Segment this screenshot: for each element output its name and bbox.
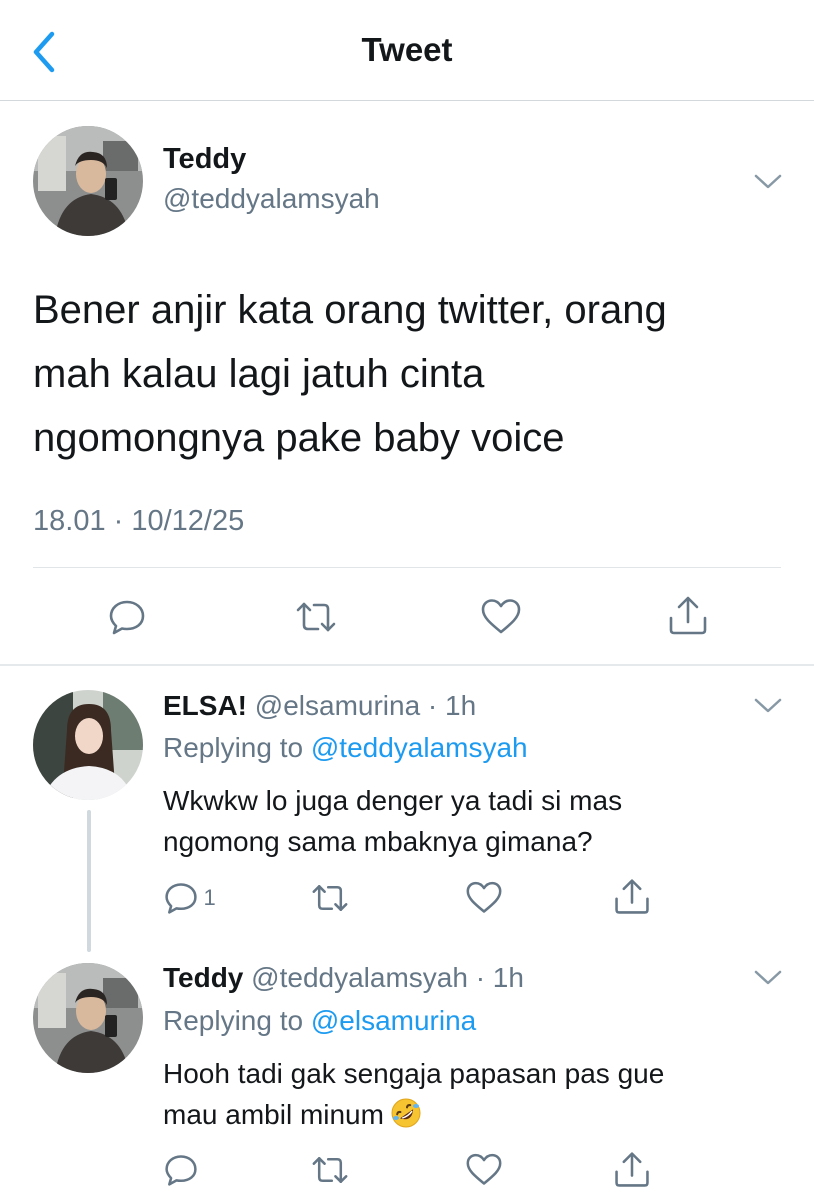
reply-count: 1 [203, 885, 216, 910]
reply-text-line: ngomong sama mbaknya gimana? [163, 826, 593, 857]
tweet-timestamp: 18.01 · 10/12/25 [33, 505, 245, 537]
reply-text-line: Wkwkw lo juga denger ya tadi si mas [163, 785, 623, 816]
reply-author-name[interactable]: ELSA! [163, 690, 247, 721]
reply-author-line[interactable]: ELSA! @elsamurina · 1h [163, 690, 476, 722]
tweet-text-line: mah kalau lagi jatuh cinta [33, 352, 485, 396]
avatar[interactable] [33, 963, 143, 1073]
chevron-down-icon[interactable] [753, 968, 783, 988]
replying-to: Replying to @teddyalamsyah [163, 732, 528, 764]
reply-handle-time: @elsamurina · 1h [254, 690, 477, 721]
replying-to: Replying to @elsamurina [163, 1005, 476, 1037]
retweet-icon[interactable] [310, 1152, 350, 1188]
like-icon[interactable] [480, 597, 522, 637]
reply-text-line-with-emoji: mau ambil minum [163, 1094, 664, 1135]
chevron-down-icon[interactable] [753, 696, 783, 716]
avatar[interactable] [33, 690, 143, 800]
reply-author-line[interactable]: Teddy @teddyalamsyah · 1h [163, 962, 524, 994]
like-icon[interactable] [465, 880, 503, 916]
chevron-down-icon[interactable] [753, 172, 783, 192]
reply-text: Hooh tadi gak sengaja papasan pas gue ma… [163, 1053, 664, 1135]
like-icon[interactable] [465, 1152, 503, 1188]
avatar[interactable] [33, 126, 143, 236]
author-name[interactable]: Teddy [163, 143, 246, 176]
thread-connector [87, 810, 91, 952]
reply-text: Wkwkw lo juga denger ya tadi si mas ngom… [163, 780, 622, 862]
reply-action[interactable]: 1 [163, 880, 216, 916]
tweet-text: Bener anjir kata orang twitter, orang ma… [33, 278, 793, 470]
reply-icon [165, 883, 197, 914]
reply-text-line: mau ambil minum [163, 1099, 384, 1130]
replying-to-prefix: Replying to [163, 732, 304, 763]
top-bar: Tweet [0, 0, 814, 101]
replying-to-link[interactable]: @teddyalamsyah [311, 732, 528, 763]
reply-icon[interactable] [107, 597, 147, 637]
replying-to-link[interactable]: @elsamurina [311, 1005, 476, 1036]
author-handle[interactable]: @teddyalamsyah [163, 183, 380, 215]
section-divider [0, 664, 814, 666]
reply-text-line: Hooh tadi gak sengaja papasan pas gue [163, 1058, 665, 1089]
page-title: Tweet [361, 31, 453, 68]
share-icon[interactable] [612, 877, 652, 917]
tweet-text-line: Bener anjir kata orang twitter, orang [33, 288, 667, 332]
share-icon[interactable] [666, 594, 710, 638]
tweet-text-line: ngomongnya pake baby voice [33, 416, 565, 460]
share-icon[interactable] [612, 1150, 652, 1190]
reply-icon[interactable] [163, 1152, 199, 1188]
retweet-icon[interactable] [294, 597, 338, 637]
retweet-icon[interactable] [310, 880, 350, 916]
divider [33, 567, 781, 568]
reply-handle-time: @teddyalamsyah · 1h [251, 962, 524, 993]
reply-author-name[interactable]: Teddy [163, 962, 243, 993]
rolling-on-floor-laughing-emoji [390, 1097, 422, 1129]
replying-to-prefix: Replying to [163, 1005, 304, 1036]
